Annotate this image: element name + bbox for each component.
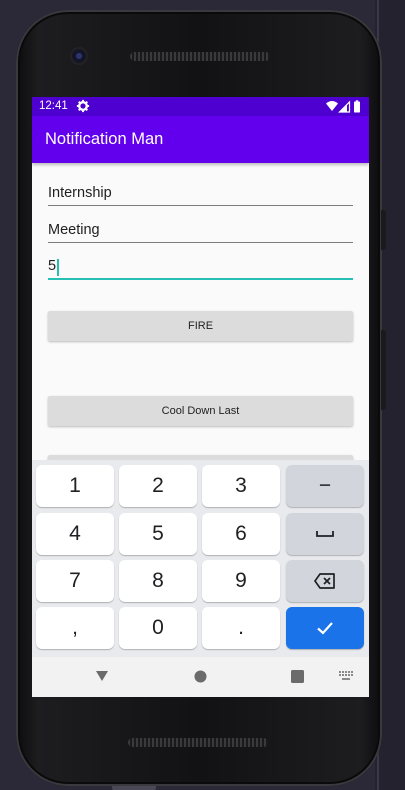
key-4[interactable]: 4 [36, 513, 114, 555]
title-input[interactable]: Internship [48, 183, 353, 206]
status-icons [326, 100, 360, 113]
bottom-speaker [128, 738, 268, 747]
text-cursor [57, 259, 59, 276]
check-icon [317, 622, 333, 635]
back-icon[interactable] [95, 670, 109, 682]
key-5[interactable]: 5 [119, 513, 197, 555]
wifi-icon [326, 101, 338, 111]
device-screen: 12:41 Notification Man Internship Meetin… [32, 97, 369, 697]
delay-input-value: 5 [48, 258, 57, 274]
key-done[interactable] [286, 607, 364, 649]
space-icon [316, 531, 334, 537]
key-space[interactable] [286, 513, 364, 555]
recents-icon[interactable] [291, 670, 304, 683]
key-9[interactable]: 9 [202, 560, 280, 602]
gear-icon [76, 99, 90, 113]
key-comma[interactable]: , [36, 607, 114, 649]
status-bar: 12:41 [32, 97, 369, 116]
cool-down-last-button[interactable]: Cool Down Last [48, 396, 353, 426]
key-backspace[interactable] [286, 560, 364, 602]
front-camera [72, 49, 86, 63]
key-period[interactable]: . [202, 607, 280, 649]
app-bar: Notification Man [32, 116, 369, 163]
keyboard-switch-icon[interactable] [339, 671, 353, 681]
message-input[interactable]: Meeting [48, 220, 353, 243]
key-3[interactable]: 3 [202, 465, 280, 507]
key-8[interactable]: 8 [119, 560, 197, 602]
key-6[interactable]: 6 [202, 513, 280, 555]
key-1[interactable]: 1 [36, 465, 114, 507]
app-title: Notification Man [45, 130, 164, 148]
volume-up-button[interactable] [381, 210, 386, 250]
key-0[interactable]: 0 [119, 607, 197, 649]
title-input-value: Internship [48, 185, 112, 201]
power-button[interactable] [381, 330, 386, 410]
navigation-bar [32, 657, 369, 697]
home-icon[interactable] [194, 670, 207, 683]
key-2[interactable]: 2 [119, 465, 197, 507]
delay-input[interactable]: 5 [48, 256, 353, 280]
battery-icon [354, 101, 360, 113]
fire-button[interactable]: FIRE [48, 311, 353, 341]
key-7[interactable]: 7 [36, 560, 114, 602]
status-time: 12:41 [39, 100, 68, 112]
numeric-keyboard: 1 2 3 − 4 5 6 7 8 9 , 0 . [32, 460, 369, 657]
key-minus[interactable]: − [286, 465, 364, 507]
message-input-value: Meeting [48, 222, 100, 238]
earpiece-speaker [130, 52, 270, 61]
backspace-icon [314, 573, 335, 589]
